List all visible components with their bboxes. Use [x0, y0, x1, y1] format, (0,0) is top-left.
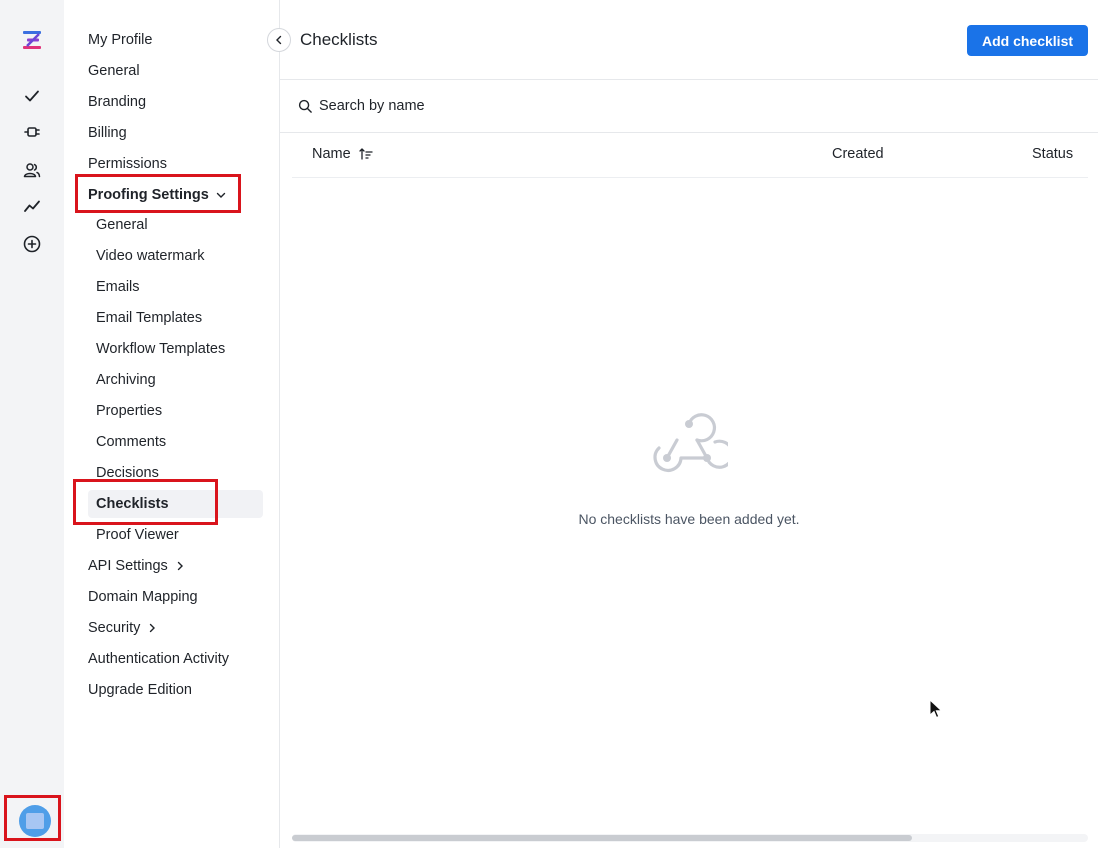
activity-icon[interactable] [20, 194, 44, 218]
webhook-icon [650, 404, 734, 478]
users-icon[interactable] [20, 158, 44, 182]
sidebar-item-upgrade-edition[interactable]: Upgrade Edition [88, 676, 192, 704]
icon-rail [0, 0, 64, 848]
settings-sidebar: My Profile General Branding Billing Perm… [64, 0, 280, 848]
add-checklist-button[interactable]: Add checklist [967, 25, 1088, 56]
sidebar-item-label: API Settings [88, 558, 168, 574]
sidebar-item-label: Permissions [88, 156, 167, 172]
sidebar-item-domain-mapping[interactable]: Domain Mapping [88, 583, 198, 611]
sidebar-item-label: Archiving [96, 372, 156, 388]
avatar-highlight [4, 795, 61, 841]
chevron-down-icon [215, 189, 227, 201]
sidebar-subitem-email-templates[interactable]: Email Templates [96, 304, 202, 332]
sidebar-item-label: Emails [96, 279, 140, 295]
sidebar-item-label: Domain Mapping [88, 589, 198, 605]
column-header-label: Name [312, 146, 351, 162]
sidebar-subitem-proof-viewer[interactable]: Proof Viewer [96, 521, 179, 549]
logo-icon[interactable] [20, 28, 44, 52]
mouse-cursor-icon [929, 699, 943, 719]
collapse-sidebar-button[interactable] [267, 28, 291, 52]
check-icon[interactable] [20, 84, 44, 108]
sidebar-item-label: Proofing Settings [88, 187, 209, 203]
sidebar-item-permissions[interactable]: Permissions [88, 150, 167, 178]
sort-ascending-icon[interactable] [359, 147, 373, 161]
sidebar-subitem-properties[interactable]: Properties [96, 397, 162, 425]
sidebar-item-label: Video watermark [96, 248, 205, 264]
chevron-right-icon [174, 560, 186, 572]
avatar[interactable] [19, 805, 51, 837]
search-input[interactable] [319, 98, 719, 114]
divider [280, 79, 1098, 80]
sidebar-item-label: Branding [88, 94, 147, 110]
column-header-status[interactable]: Status [1032, 146, 1073, 162]
sidebar-subitem-general[interactable]: General [96, 211, 148, 239]
sidebar-item-api-settings[interactable]: API Settings [88, 552, 186, 580]
sidebar-item-label: My Profile [88, 32, 153, 48]
sidebar-subitem-video-watermark[interactable]: Video watermark [96, 242, 205, 270]
scrollbar-thumb[interactable] [292, 835, 912, 841]
sidebar-item-general[interactable]: General [88, 57, 140, 85]
divider [292, 177, 1088, 178]
column-header-created[interactable]: Created [832, 146, 884, 162]
sidebar-subitem-emails[interactable]: Emails [96, 273, 140, 301]
sidebar-item-label: Proof Viewer [96, 527, 179, 543]
sidebar-subitem-archiving[interactable]: Archiving [96, 366, 156, 394]
sidebar-subitem-decisions[interactable]: Decisions [96, 459, 159, 487]
column-header-name[interactable]: Name [312, 146, 373, 162]
sidebar-item-label: Authentication Activity [88, 651, 230, 667]
sidebar-item-security[interactable]: Security [88, 614, 158, 642]
horizontal-scrollbar[interactable] [292, 834, 1088, 842]
main-content: Checklists Add checklist Name Created St… [280, 0, 1098, 848]
divider [280, 132, 1098, 133]
sidebar-subitem-checklists[interactable]: Checklists [96, 490, 169, 518]
sidebar-item-label: Billing [88, 125, 127, 141]
column-header-label: Created [832, 146, 884, 162]
sidebar-item-label: Upgrade Edition [88, 682, 192, 698]
app-window: My Profile General Branding Billing Perm… [0, 0, 1098, 848]
sidebar-item-label: Workflow Templates [96, 341, 226, 357]
column-header-label: Status [1032, 146, 1074, 162]
sidebar-item-label: Security [88, 620, 141, 636]
search-bar [298, 94, 1088, 118]
sidebar-item-authentication-activity[interactable]: Authentication Activity [88, 645, 229, 673]
sidebar-item-label: Email Templates [96, 310, 203, 326]
sidebar-item-label: Checklists [96, 496, 169, 512]
sidebar-item-branding[interactable]: Branding [88, 88, 146, 116]
plug-icon[interactable] [20, 120, 44, 144]
sidebar-subitem-comments[interactable]: Comments [96, 428, 166, 456]
sidebar-item-my-profile[interactable]: My Profile [88, 26, 152, 54]
sidebar-item-label: Comments [96, 434, 167, 450]
page-title: Checklists [300, 30, 378, 49]
add-circle-icon[interactable] [20, 232, 44, 256]
search-icon [298, 99, 312, 113]
sidebar-item-label: Properties [96, 403, 163, 419]
sidebar-item-label: Decisions [96, 465, 159, 481]
sidebar-item-label: General [96, 217, 148, 233]
sidebar-item-billing[interactable]: Billing [88, 119, 127, 147]
chevron-left-icon [276, 35, 282, 45]
sidebar-subitem-workflow-templates[interactable]: Workflow Templates [96, 335, 225, 363]
sidebar-item-proofing-settings[interactable]: Proofing Settings [88, 181, 227, 209]
empty-state-message: No checklists have been added yet. [578, 511, 800, 527]
chevron-right-icon [146, 622, 158, 634]
sidebar-item-label: General [88, 63, 140, 79]
